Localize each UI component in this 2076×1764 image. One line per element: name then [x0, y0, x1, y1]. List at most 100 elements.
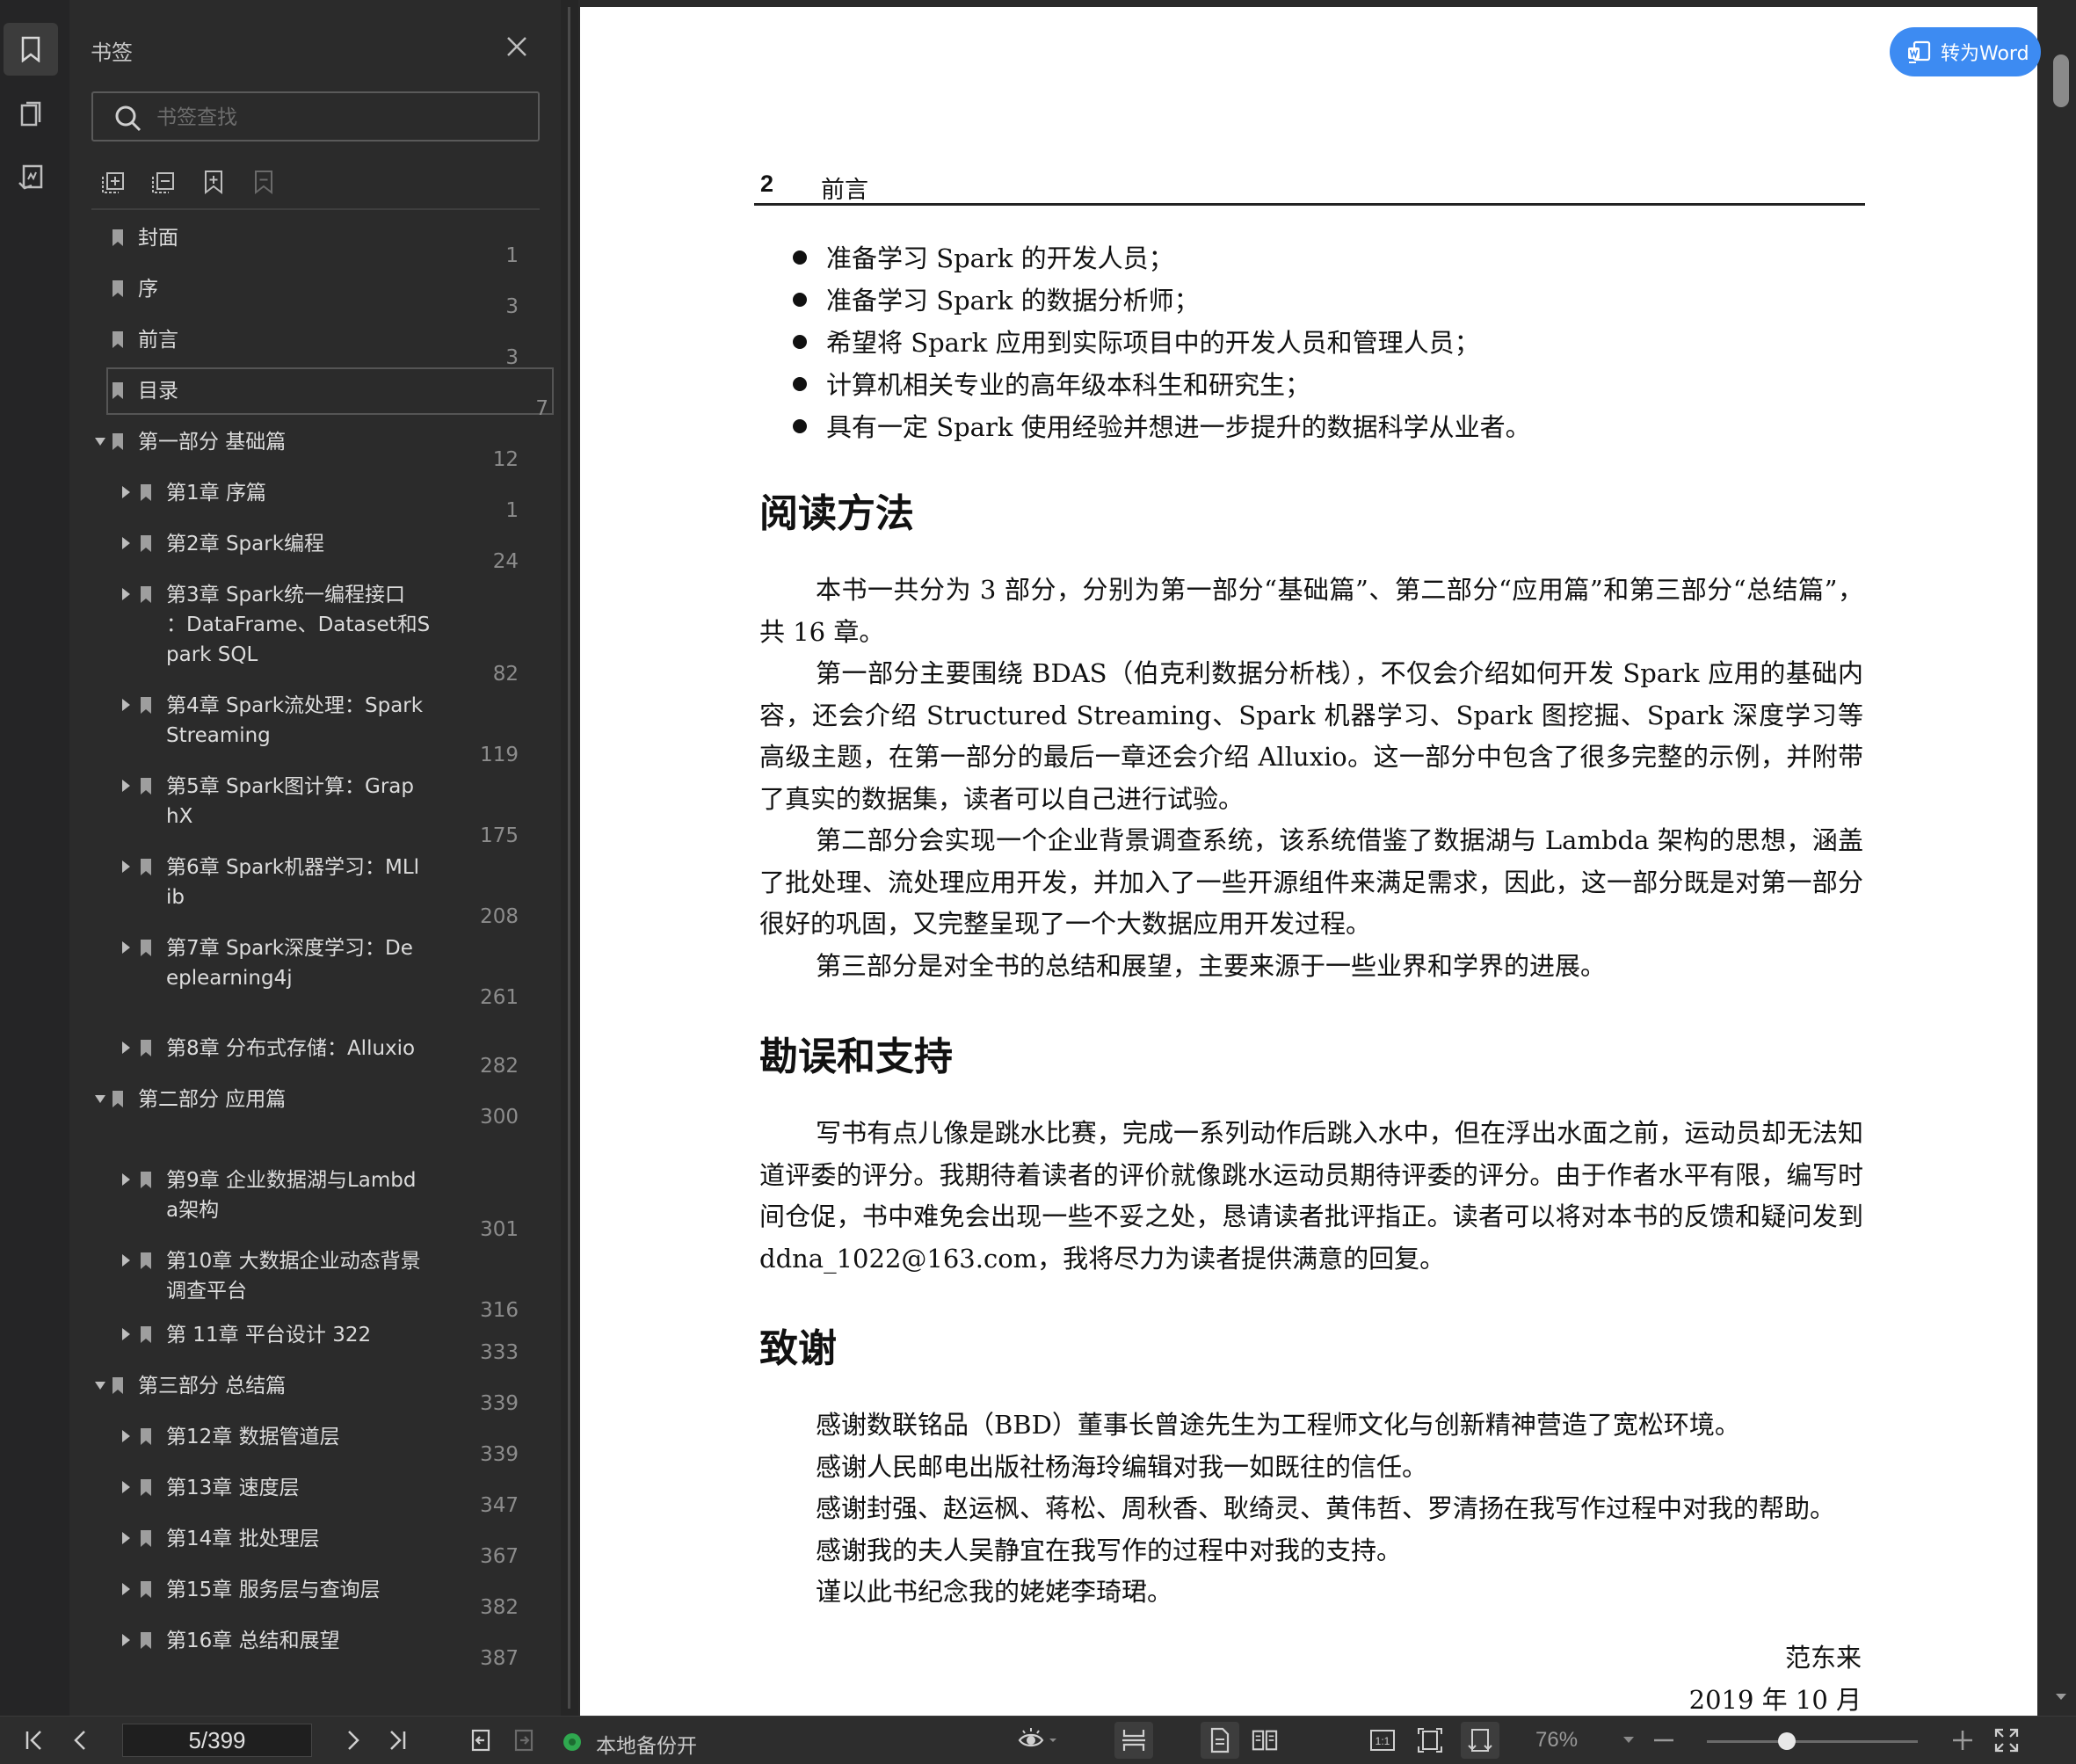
fullscreen-icon[interactable] [1993, 1727, 2020, 1753]
bookmark-item[interactable]: 第3章 Spark统一编程接口 ：DataFrame、Dataset和S par… [69, 573, 561, 686]
close-icon[interactable] [504, 33, 530, 60]
expand-arrow-icon[interactable] [122, 486, 130, 498]
bookmark-page-number: 1 [505, 499, 519, 522]
bookmark-page-number: 333 [480, 1341, 519, 1364]
panel-splitter[interactable] [561, 0, 578, 1716]
convert-to-word-button[interactable]: 转为Word [1890, 27, 2041, 76]
signature-date: 2019 年 10 月 [1688, 1684, 1862, 1715]
zoom-dropdown-icon[interactable] [1615, 1727, 1642, 1753]
bookmark-flag-icon [111, 1376, 125, 1396]
next-page-icon[interactable] [340, 1727, 367, 1753]
expand-arrow-icon[interactable] [122, 1634, 130, 1646]
add-bookmark-icon[interactable] [200, 168, 227, 196]
collapse-arrow-icon[interactable] [95, 438, 105, 446]
bookmark-item[interactable]: 第5章 Spark图计算：Grap hX 175 [69, 765, 561, 847]
zoom-slider-knob[interactable] [1778, 1732, 1796, 1750]
bookmark-flag-icon [139, 1580, 153, 1600]
bookmark-item[interactable]: 第4章 Spark流处理：Spark Streaming 119 [69, 684, 561, 766]
bookmark-item[interactable]: 第 11章 平台设计 322 333 [69, 1313, 561, 1364]
bookmark-item[interactable]: 序3 [69, 267, 561, 318]
bookmark-label: 第2章 Spark编程 [166, 533, 325, 555]
expand-arrow-icon[interactable] [122, 1328, 130, 1340]
list-item: 具有一定 Spark 使用经验并想进一步提升的数据科学从业者。 [793, 406, 1531, 448]
actual-size-icon[interactable]: 1:1 [1369, 1727, 1396, 1753]
bookmark-page-number: 339 [480, 1443, 519, 1466]
collapse-arrow-icon[interactable] [95, 1382, 105, 1390]
first-page-icon[interactable] [21, 1727, 47, 1753]
expand-all-icon[interactable] [100, 168, 127, 196]
collapse-all-icon[interactable] [150, 168, 177, 196]
expand-arrow-icon[interactable] [122, 1481, 130, 1493]
bookmark-item[interactable]: 第16章 总结和展望 387 [69, 1619, 561, 1670]
navigate-forward-icon[interactable] [512, 1727, 538, 1753]
zoom-level[interactable]: 76% [1535, 1728, 1578, 1753]
collapse-arrow-icon[interactable] [95, 1095, 105, 1103]
bookmark-item[interactable]: 第2章 Spark编程 24 [69, 522, 561, 573]
thumbnail-panel-icon[interactable] [4, 88, 58, 141]
bookmark-flag-icon [139, 483, 153, 503]
vertical-scrollbar[interactable] [2046, 0, 2076, 1716]
bookmark-label: 第4章 Spark流处理：Spark Streaming [166, 694, 424, 747]
zoom-in-icon[interactable] [1949, 1727, 1976, 1753]
signature-panel-icon[interactable] [4, 151, 58, 204]
remove-bookmark-icon[interactable] [250, 168, 277, 196]
bookmark-item[interactable]: 目录 7 [106, 367, 554, 420]
bookmark-item[interactable]: 第三部分 总结篇 339 [69, 1364, 561, 1415]
page-number-input[interactable]: 5/399 [122, 1724, 312, 1757]
bookmark-item[interactable]: 第10章 大数据企业动态背景 调查平台 316 [69, 1239, 561, 1322]
bookmark-item[interactable]: 第15章 服务层与查询层 382 [69, 1568, 561, 1619]
bookmark-search-input[interactable] [155, 100, 527, 135]
expand-arrow-icon[interactable] [122, 588, 130, 600]
single-page-icon[interactable] [1201, 1722, 1239, 1759]
expand-arrow-icon[interactable] [122, 1583, 130, 1595]
bookmark-page-number: 301 [480, 1218, 519, 1241]
continuous-scroll-icon[interactable] [1114, 1722, 1153, 1759]
zoom-out-icon[interactable] [1651, 1727, 1677, 1753]
paragraph: 第三部分是对全书的总结和展望，主要来源于一些业界和学界的进展。 [816, 950, 1607, 981]
expand-arrow-icon[interactable] [122, 1173, 130, 1186]
bookmark-page-number: 208 [480, 905, 519, 928]
scrollbar-thumb[interactable] [2053, 54, 2069, 107]
fit-width-icon[interactable] [1461, 1722, 1499, 1759]
bookmark-page-number: 339 [480, 1392, 519, 1415]
bookmark-item[interactable]: 第1章 序篇 1 [69, 471, 561, 522]
bookmark-item[interactable]: 第二部分 应用篇 300 [69, 1078, 561, 1129]
bookmark-item[interactable]: 第一部分 基础篇 12 [69, 420, 561, 471]
thanks-line: 谨以此书纪念我的姥姥李琦珺。 [816, 1577, 1173, 1607]
list-item: 准备学习 Spark 的开发人员； [793, 237, 1531, 279]
bookmark-item[interactable]: 第6章 Spark机器学习：MLl ib 208 [69, 846, 561, 928]
expand-arrow-icon[interactable] [122, 537, 130, 549]
bookmark-item[interactable]: 封面 1 [69, 216, 561, 267]
expand-arrow-icon[interactable] [122, 699, 130, 711]
expand-arrow-icon[interactable] [122, 1532, 130, 1544]
bookmark-flag-icon [139, 777, 153, 796]
bookmark-panel: 书签 封面1序3前言3目录7第一部分 基础篇12第1章 序篇1第2章 Spark… [69, 0, 561, 1716]
previous-page-icon[interactable] [67, 1727, 93, 1753]
expand-arrow-icon[interactable] [122, 1430, 130, 1442]
bookmark-panel-icon[interactable] [4, 23, 58, 76]
backup-status[interactable]: 本地备份开 [596, 1729, 697, 1759]
last-page-icon[interactable] [384, 1727, 410, 1753]
bottom-toolbar: 5/399 本地备份开 1:1 76% [0, 1716, 2076, 1764]
expand-arrow-icon[interactable] [122, 1254, 130, 1267]
expand-arrow-icon[interactable] [122, 780, 130, 792]
bookmark-item[interactable]: 第13章 速度层 347 [69, 1466, 561, 1517]
expand-arrow-icon[interactable] [122, 860, 130, 873]
fit-page-icon[interactable] [1417, 1727, 1443, 1753]
bookmark-item[interactable]: 前言 3 [69, 318, 561, 369]
bookmark-item[interactable]: 第14章 批处理层 367 [69, 1517, 561, 1568]
navigate-back-icon[interactable] [468, 1727, 495, 1753]
bookmark-page-number: 387 [480, 1647, 519, 1670]
zoom-slider[interactable] [1707, 1732, 1918, 1750]
author-signature: 范东来 [1784, 1643, 1862, 1673]
thanks-line: 感谢封强、赵运枫、蒋松、周秋香、耿绮灵、黄伟哲、罗清扬在我写作过程中对我的帮助。 [816, 1493, 1836, 1523]
expand-arrow-icon[interactable] [122, 941, 130, 954]
expand-arrow-icon[interactable] [122, 1042, 130, 1054]
bookmark-item[interactable]: 第12章 数据管道层 339 [69, 1415, 561, 1466]
bookmark-item[interactable]: 第7章 Spark深度学习：De eplearning4j 261 [69, 926, 561, 1009]
scroll-down-icon[interactable] [2055, 1693, 2067, 1702]
bookmark-item[interactable]: 第8章 分布式存储：Alluxio 282 [69, 1027, 561, 1078]
eye-protection-icon[interactable] [1018, 1727, 1058, 1753]
bookmark-item[interactable]: 第9章 企业数据湖与Lambd a架构 301 [69, 1158, 561, 1241]
two-page-icon[interactable] [1252, 1727, 1278, 1753]
